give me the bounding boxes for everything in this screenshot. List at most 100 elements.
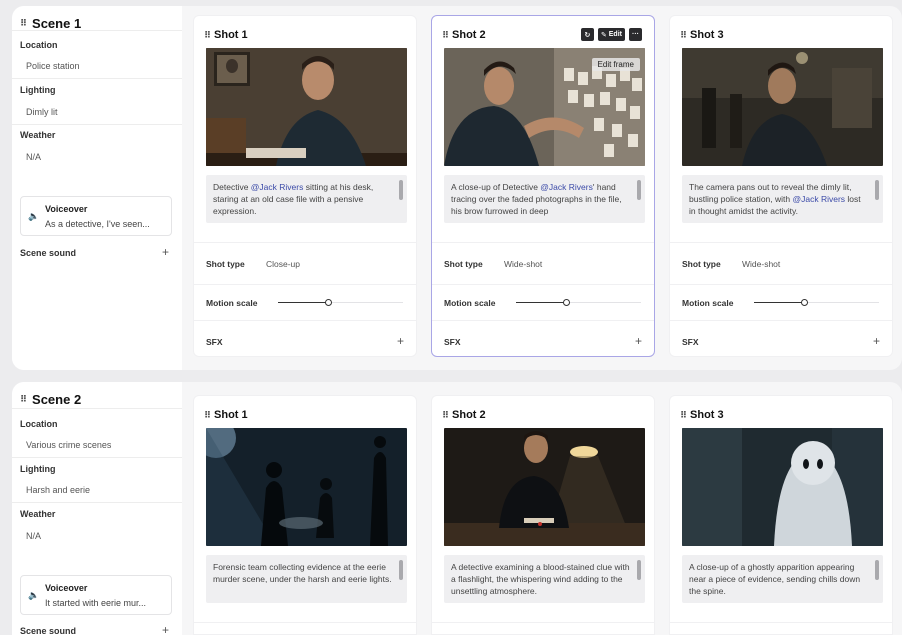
shot-title: ⠿ Shot 1: [204, 409, 248, 421]
character-mention[interactable]: @Jack Rivers: [792, 194, 845, 204]
shot-description[interactable]: A close-up of a ghostly apparition appea…: [682, 555, 883, 603]
motion-scale-slider[interactable]: [754, 302, 805, 303]
shot-frame-image[interactable]: [682, 428, 883, 546]
scrollbar[interactable]: [637, 560, 641, 580]
shot-description[interactable]: A close-up of Detective @Jack Rivers' ha…: [444, 175, 645, 223]
scrollbar[interactable]: [399, 180, 403, 200]
motion-scale-label: Motion scale: [682, 298, 734, 308]
speaker-icon: 🔈: [28, 211, 40, 221]
motion-scale-track[interactable]: [329, 302, 403, 303]
edit-icon: ✎: [600, 31, 607, 39]
shot-description[interactable]: A detective examining a blood-stained cl…: [444, 555, 645, 603]
location-value[interactable]: Police station: [26, 61, 80, 71]
voiceover-text: As a detective, I've seen...: [45, 219, 150, 229]
motion-scale-knob[interactable]: [563, 299, 570, 306]
shot-card-3[interactable]: ⠿ Shot 3 A close-up of a ghostly apparit…: [669, 395, 893, 635]
scene-2: ⠿ Scene 2 Location Various crime scenes …: [12, 382, 902, 635]
add-sfx-plus-icon[interactable]: +: [397, 334, 404, 348]
divider: [670, 320, 892, 321]
shot-title-text: Shot 3: [690, 409, 724, 421]
motion-scale-knob[interactable]: [325, 299, 332, 306]
lighting-label: Lighting: [20, 85, 56, 95]
divider: [12, 502, 182, 503]
divider: [12, 78, 182, 79]
shot-card-1[interactable]: ⠿ Shot 1 Forensic team collecting eviden…: [193, 395, 417, 635]
motion-scale-slider[interactable]: [516, 302, 567, 303]
divider: [12, 30, 182, 31]
shot-type-value[interactable]: Wide-shot: [742, 259, 780, 269]
voiceover-label: Voiceover: [45, 583, 88, 593]
motion-scale-track[interactable]: [805, 302, 879, 303]
grip-dots-icon[interactable]: ⠿: [20, 18, 27, 29]
shot-type-value[interactable]: Wide-shot: [504, 259, 542, 269]
edit-frame-tooltip[interactable]: Edit frame: [591, 58, 640, 71]
location-value[interactable]: Various crime scenes: [26, 440, 111, 450]
grip-dots-icon[interactable]: ⠿: [204, 30, 211, 41]
divider: [432, 284, 654, 285]
shot-description[interactable]: Forensic team collecting evidence at the…: [206, 555, 407, 603]
weather-value[interactable]: N/A: [26, 152, 41, 162]
grip-dots-icon[interactable]: ⠿: [442, 410, 449, 421]
character-mention[interactable]: @Jack Rivers: [251, 182, 304, 192]
grip-dots-icon[interactable]: ⠿: [20, 394, 27, 405]
voiceover-box[interactable]: 🔈 Voiceover As a detective, I've seen...: [20, 196, 172, 236]
shot-description[interactable]: The camera pans out to reveal the dimly …: [682, 175, 883, 223]
scrollbar[interactable]: [399, 560, 403, 580]
divider: [194, 622, 416, 623]
shot-title: ⠿ Shot 3: [680, 29, 724, 41]
divider: [194, 242, 416, 243]
scene-2-sidebar: ⠿ Scene 2 Location Various crime scenes …: [12, 382, 182, 635]
lighting-value[interactable]: Harsh and eerie: [26, 485, 90, 495]
scrollbar[interactable]: [875, 180, 879, 200]
scene-sound-label: Scene sound: [20, 248, 77, 258]
divider: [194, 320, 416, 321]
motion-scale-slider[interactable]: [278, 302, 329, 303]
weather-value[interactable]: N/A: [26, 531, 41, 541]
scene-title: ⠿ Scene 1: [20, 16, 81, 31]
divider: [670, 242, 892, 243]
description-text: Detective: [213, 182, 251, 192]
sfx-label: SFX: [444, 337, 461, 347]
add-scene-sound-plus-icon[interactable]: +: [162, 623, 169, 635]
scene-title: ⠿ Scene 2: [20, 392, 81, 407]
refresh-icon[interactable]: ↻: [580, 28, 594, 41]
shot-card-2[interactable]: ⠿ Shot 2 A detective examining a blood-s…: [431, 395, 655, 635]
shot-type-value[interactable]: Close-up: [266, 259, 300, 269]
add-sfx-plus-icon[interactable]: +: [873, 334, 880, 348]
grip-dots-icon[interactable]: ⠿: [204, 410, 211, 421]
shot-title-text: Shot 2: [452, 29, 486, 41]
scrollbar[interactable]: [875, 560, 879, 580]
shot-frame-image[interactable]: [682, 48, 883, 166]
shot-frame-image[interactable]: [206, 48, 407, 166]
shot-title: ⠿ Shot 2: [442, 409, 486, 421]
weather-label: Weather: [20, 509, 56, 519]
scrollbar[interactable]: [637, 180, 641, 200]
motion-scale-knob[interactable]: [801, 299, 808, 306]
shot-card-2[interactable]: ⠿ Shot 2 ↻ ✎ Edit ··· Edit frame A close…: [431, 15, 655, 357]
motion-scale-track[interactable]: [567, 302, 641, 303]
divider: [432, 320, 654, 321]
shot-frame-image[interactable]: [206, 428, 407, 546]
grip-dots-icon[interactable]: ⠿: [442, 30, 449, 41]
grip-dots-icon[interactable]: ⠿: [680, 30, 687, 41]
scene-sound-label: Scene sound: [20, 626, 77, 635]
shot-card-3[interactable]: ⠿ Shot 3 The camera pans out to reveal t…: [669, 15, 893, 357]
divider: [12, 408, 182, 409]
add-scene-sound-plus-icon[interactable]: +: [162, 245, 169, 259]
character-mention[interactable]: @Jack Rivers: [540, 182, 593, 192]
grip-dots-icon[interactable]: ⠿: [680, 410, 687, 421]
description-text: A detective examining a blood-stained cl…: [451, 562, 630, 596]
shot-description[interactable]: Detective @Jack Rivers sitting at his de…: [206, 175, 407, 223]
shot-frame-image[interactable]: [444, 428, 645, 546]
edit-button[interactable]: ✎ Edit: [597, 28, 625, 41]
shot-card-1[interactable]: ⠿ Shot 1 Detective @Jack Rivers sitting …: [193, 15, 417, 357]
shot-type-label: Shot type: [206, 259, 245, 269]
location-label: Location: [20, 419, 58, 429]
more-icon[interactable]: ···: [629, 28, 642, 41]
shot-type-label: Shot type: [682, 259, 721, 269]
add-sfx-plus-icon[interactable]: +: [635, 334, 642, 348]
divider: [194, 284, 416, 285]
scene-1: ⠿ Scene 1 Location Police station Lighti…: [12, 6, 902, 370]
voiceover-box[interactable]: 🔈 Voiceover It started with eerie mur...: [20, 575, 172, 615]
lighting-value[interactable]: Dimly lit: [26, 107, 58, 117]
